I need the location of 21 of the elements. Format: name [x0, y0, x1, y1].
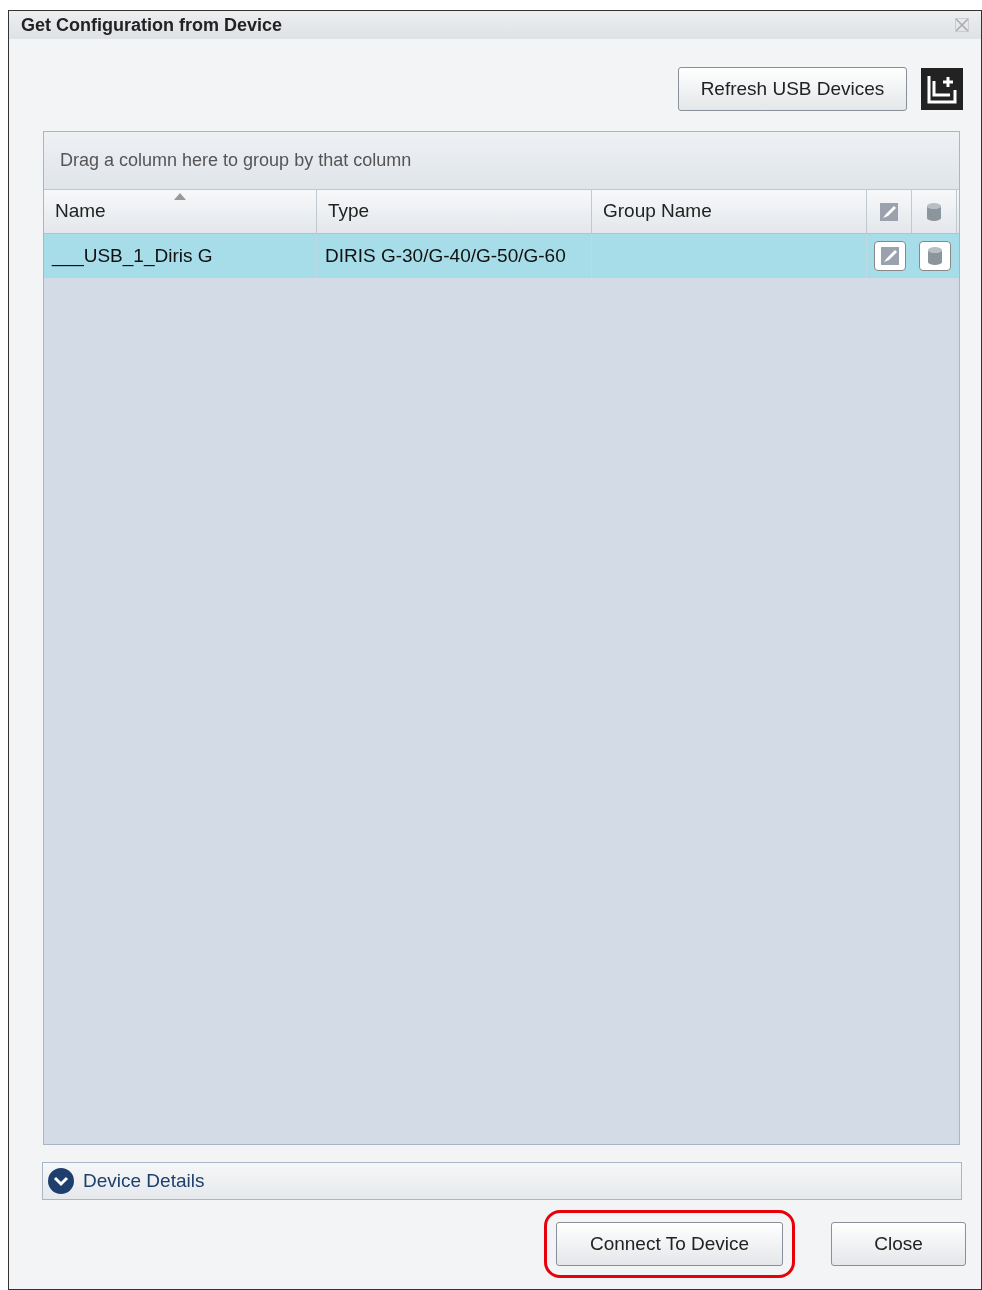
database-icon	[925, 246, 944, 266]
refresh-button[interactable]: Refresh USB Devices	[678, 67, 907, 111]
connect-button[interactable]: Connect To Device	[556, 1222, 783, 1266]
window-title: Get Configuration from Device	[21, 13, 283, 37]
delete-button[interactable]	[918, 241, 951, 271]
group-by-hint: Drag a column here to group by that column	[60, 149, 412, 172]
details-label: Device Details	[83, 1168, 205, 1193]
add-device-icon[interactable]	[921, 68, 963, 110]
details-expander[interactable]: Device Details	[42, 1162, 962, 1200]
table-row[interactable]: ___USB_1_Diris G DIRIS G-30/G-40/G-50/G-60	[44, 234, 959, 278]
edit-icon	[879, 246, 900, 266]
column-header[interactable]: Type	[317, 190, 592, 233]
database-icon	[925, 201, 943, 222]
close-icon[interactable]	[955, 18, 969, 32]
table-cell-text: DIRIS G-30/G-40/G-50/G-60	[325, 243, 566, 268]
edit-icon	[879, 201, 899, 222]
close-button[interactable]: Close	[831, 1222, 966, 1266]
table-cell-text: ___USB_1_Diris G	[52, 243, 213, 269]
column-header[interactable]: Name	[44, 190, 317, 233]
edit-button[interactable]	[873, 241, 906, 271]
column-header[interactable]: Group Name	[592, 190, 867, 233]
